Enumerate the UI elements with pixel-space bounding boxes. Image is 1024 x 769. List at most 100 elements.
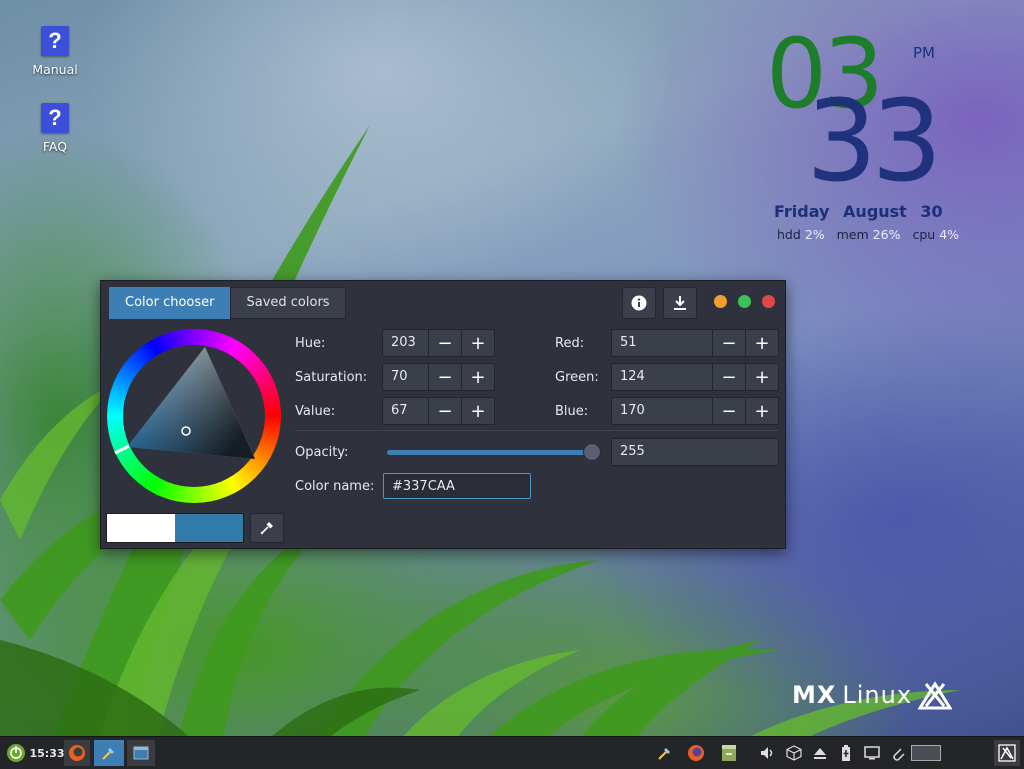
stat-label: mem <box>836 227 869 242</box>
color-picker-icon <box>658 748 670 760</box>
tray-eject[interactable] <box>810 740 830 766</box>
stat-label: cpu <box>912 227 936 242</box>
saturation-decrement-button[interactable]: − <box>428 364 461 390</box>
blue-label: Blue: <box>555 404 589 419</box>
saturation-spinbox[interactable]: 70 − + <box>382 363 495 391</box>
show-desktop-button[interactable] <box>994 740 1020 766</box>
color-chooser-task[interactable] <box>94 740 124 766</box>
tray-firefox[interactable] <box>685 740 707 766</box>
tab-color-chooser[interactable]: Color chooser <box>109 287 231 319</box>
color-name-label: Color name: <box>295 479 375 494</box>
workspace-pager[interactable] <box>910 740 942 766</box>
hue-marker[interactable] <box>114 444 130 455</box>
maximize-button[interactable] <box>738 295 751 308</box>
start-menu-button[interactable] <box>4 740 28 766</box>
color-picker-icon <box>102 748 114 760</box>
tray-battery[interactable] <box>836 740 856 766</box>
opacity-label: Opacity: <box>295 445 349 460</box>
package-icon <box>786 745 802 761</box>
tray-volume[interactable] <box>758 740 778 766</box>
file-manager-task[interactable] <box>127 740 155 766</box>
clock-date: Friday August 30 <box>774 202 943 221</box>
tray-notes[interactable] <box>718 740 740 766</box>
tray-clipboard[interactable] <box>888 740 908 766</box>
green-decrement-button[interactable]: − <box>712 364 745 390</box>
stat-value: 4% <box>939 227 960 242</box>
separator <box>295 430 778 431</box>
workspace-1[interactable] <box>911 745 941 761</box>
tray-package[interactable] <box>784 740 804 766</box>
previous-color-swatch <box>107 514 175 542</box>
value-decrement-button[interactable]: − <box>428 398 461 424</box>
battery-icon <box>842 745 850 761</box>
stat-value: 26% <box>872 227 901 242</box>
info-icon <box>631 295 647 311</box>
red-decrement-button[interactable]: − <box>712 330 745 356</box>
help-icon: ? <box>41 26 69 56</box>
tab-bar: Color chooser Saved colors <box>109 287 346 319</box>
hue-spinbox[interactable]: 203 − + <box>382 329 495 357</box>
color-name-field[interactable] <box>383 473 531 499</box>
blue-value[interactable]: 170 <box>612 398 712 424</box>
hue-increment-button[interactable]: + <box>461 330 494 356</box>
current-color-swatch <box>175 514 243 542</box>
power-icon <box>7 744 25 762</box>
system-stats: hdd 2% mem 26% cpu 4% <box>777 227 967 242</box>
opacity-value[interactable]: 255 <box>612 439 778 465</box>
blue-increment-button[interactable]: + <box>745 398 778 424</box>
logo-linux: Linux <box>842 681 913 709</box>
opacity-slider-handle[interactable] <box>583 443 601 461</box>
taskbar: 15:33 <box>0 736 1024 769</box>
mx-linux-logo: MX Linux <box>792 680 953 710</box>
eyedropper-icon <box>260 522 273 535</box>
tab-saved-colors[interactable]: Saved colors <box>230 287 346 319</box>
hue-value[interactable]: 203 <box>383 330 428 356</box>
eyedropper-button[interactable] <box>250 513 284 543</box>
blue-spinbox[interactable]: 170 − + <box>611 397 779 425</box>
green-spinbox[interactable]: 124 − + <box>611 363 779 391</box>
display-icon <box>864 746 880 760</box>
minimize-button[interactable] <box>714 295 727 308</box>
opacity-field[interactable]: 255 <box>611 438 779 466</box>
saturation-label: Saturation: <box>295 370 368 385</box>
clock-minute: 33 <box>806 77 942 207</box>
saturation-increment-button[interactable]: + <box>461 364 494 390</box>
saturation-value-triangle[interactable] <box>107 329 281 503</box>
saturation-value[interactable]: 70 <box>383 364 428 390</box>
tray-display[interactable] <box>862 740 882 766</box>
color-chooser-dialog: Color chooser Saved colors Hue: 203 − + … <box>100 280 786 549</box>
clock-ampm: PM <box>913 44 935 62</box>
desktop-icon-faq[interactable]: ? FAQ <box>20 103 90 154</box>
color-wheel[interactable] <box>107 329 281 503</box>
close-button[interactable] <box>762 295 775 308</box>
value-label: Value: <box>295 404 336 419</box>
mx-logo-icon <box>918 681 953 710</box>
color-name-input[interactable] <box>384 474 530 498</box>
value-increment-button[interactable]: + <box>461 398 494 424</box>
value-value[interactable]: 67 <box>383 398 428 424</box>
help-icon: ? <box>41 103 69 133</box>
window-icon <box>133 746 149 760</box>
stat-label: hdd <box>777 227 801 242</box>
firefox-icon <box>69 745 85 761</box>
mx-logo-icon <box>998 744 1016 762</box>
opacity-slider[interactable] <box>387 450 591 455</box>
desktop-icon-label: Manual <box>32 62 78 77</box>
info-button[interactable] <box>622 287 656 319</box>
red-increment-button[interactable]: + <box>745 330 778 356</box>
tray-color-picker[interactable] <box>654 740 676 766</box>
green-label: Green: <box>555 370 599 385</box>
green-value[interactable]: 124 <box>612 364 712 390</box>
stat-value: 2% <box>804 227 825 242</box>
firefox-task[interactable] <box>64 740 90 766</box>
value-spinbox[interactable]: 67 − + <box>382 397 495 425</box>
green-increment-button[interactable]: + <box>745 364 778 390</box>
desktop-icon-manual[interactable]: ? Manual <box>20 26 90 77</box>
red-value[interactable]: 51 <box>612 330 712 356</box>
blue-decrement-button[interactable]: − <box>712 398 745 424</box>
hue-decrement-button[interactable]: − <box>428 330 461 356</box>
red-spinbox[interactable]: 51 − + <box>611 329 779 357</box>
logo-mx: MX <box>792 681 837 709</box>
download-button[interactable] <box>663 287 697 319</box>
taskbar-clock[interactable]: 15:33 <box>30 740 65 766</box>
